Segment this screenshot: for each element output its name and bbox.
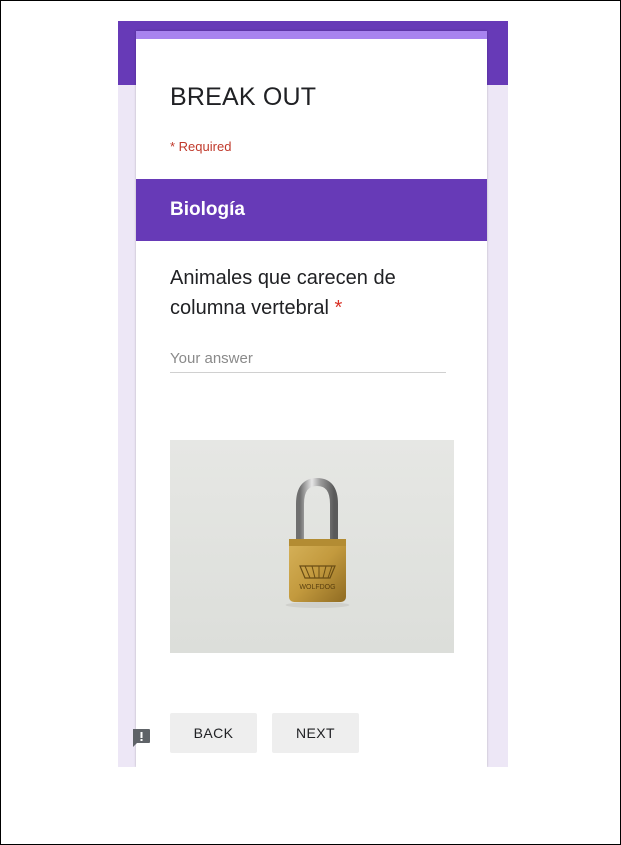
required-note: * Required	[170, 139, 232, 154]
question-text: Animales que carecen de columna vertebra…	[170, 267, 396, 319]
feedback-glyph	[133, 729, 150, 747]
padlock-illustration: WOLFDOG	[285, 477, 350, 608]
padlock-image: WOLFDOG	[170, 440, 454, 653]
form-screen: BREAK OUT * Required Biología Animales q…	[118, 21, 508, 767]
back-button[interactable]: BACK	[170, 713, 257, 753]
required-star: *	[334, 297, 343, 319]
answer-input[interactable]	[170, 344, 446, 373]
next-button[interactable]: NEXT	[272, 713, 359, 753]
padlock-engraving: WOLFDOG	[299, 584, 335, 591]
card-accent-strip	[136, 31, 487, 39]
form-card: BREAK OUT * Required Biología Animales q…	[136, 31, 487, 767]
question-title: Animales que carecen de columna vertebra…	[170, 263, 460, 323]
report-feedback-icon[interactable]	[130, 727, 152, 749]
form-title: BREAK OUT	[170, 83, 317, 111]
section-title: Biología	[170, 199, 245, 220]
section-header: Biología	[136, 179, 487, 241]
